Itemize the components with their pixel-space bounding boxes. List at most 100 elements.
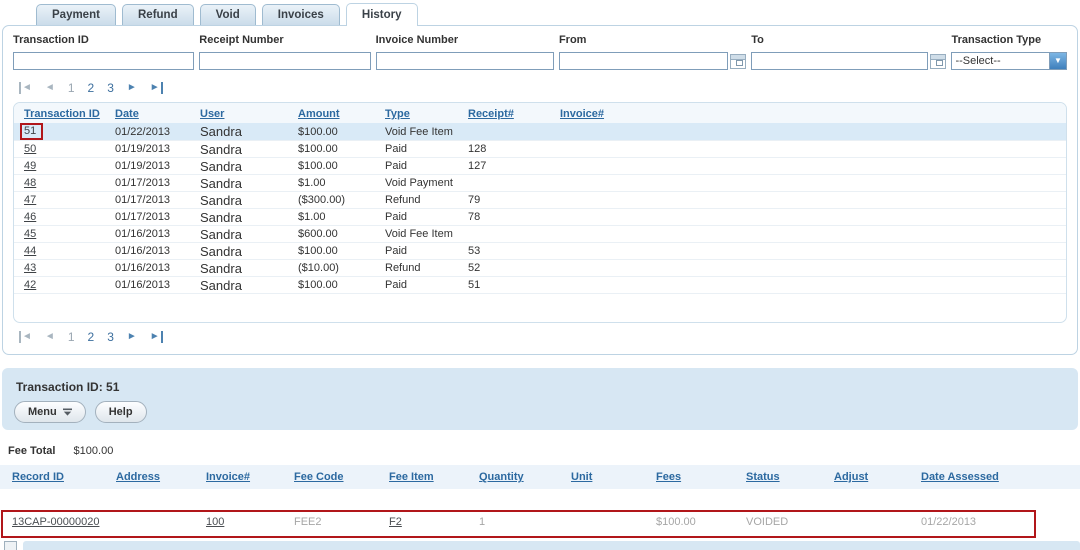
table-row[interactable]: 46 01/17/2013 Sandra $1.00 Paid 78 [14,209,1066,226]
fee-date-assessed-cell: 01/22/2013 [915,509,1080,535]
transaction-id-link[interactable]: 51 [24,125,36,137]
column-header-quantity[interactable]: Quantity [473,465,565,489]
from-label: From [559,34,746,46]
table-row[interactable]: 45 01/16/2013 Sandra $600.00 Void Fee It… [14,226,1066,243]
fee-total: Fee Total $100.00 [8,445,1080,457]
transaction-id-link[interactable]: 44 [24,245,36,257]
page-number-1: 1 [68,330,75,344]
chevron-down-icon: ▼ [1049,53,1066,69]
page-number-2[interactable]: 2 [88,330,95,344]
menu-button[interactable]: Menu [14,401,86,423]
receipt-number-label: Receipt Number [199,34,370,46]
page-number-2[interactable]: 2 [88,81,95,95]
transaction-id-label: Transaction ID [13,34,194,46]
column-header-unit[interactable]: Unit [565,465,650,489]
table-row[interactable]: 47 01/17/2013 Sandra ($300.00) Refund 79 [14,192,1066,209]
receipt-number-input[interactable] [199,52,370,70]
column-header-date-assessed[interactable]: Date Assessed [915,465,1080,489]
filter-invoice-number: Invoice Number [376,34,554,70]
history-tab-panel: Transaction ID Receipt Number Invoice Nu… [2,25,1078,355]
invoice-number-input[interactable] [376,52,554,70]
tab-refund[interactable]: Refund [122,4,194,25]
column-header-fee-code[interactable]: Fee Code [288,465,383,489]
table-row[interactable]: 42 01/16/2013 Sandra $100.00 Paid 51 [14,277,1066,294]
table-row[interactable]: 43 01/16/2013 Sandra ($10.00) Refund 52 [14,260,1066,277]
previous-page-button[interactable]: ◄ [45,331,55,343]
transactions-table-container: Transaction ID Date User Amount Type Rec… [13,102,1067,323]
fee-unit-cell [565,509,650,535]
fees-table-container: Record ID Address Invoice# Fee Code Fee … [0,465,1080,535]
last-page-button[interactable]: ► [150,82,163,94]
first-page-button[interactable]: ◄ [19,331,32,343]
transaction-id-link[interactable]: 42 [24,279,36,291]
transaction-detail-title: Transaction ID: 51 [16,380,1066,394]
column-header-type[interactable]: Type [379,103,462,123]
spacer-row [0,489,1080,509]
column-header-fee-item[interactable]: Fee Item [383,465,473,489]
column-header-amount[interactable]: Amount [292,103,379,123]
tab-bar: Payment Refund Void Invoices History [0,0,1080,25]
table-row[interactable]: 48 01/17/2013 Sandra $1.00 Void Payment [14,175,1066,192]
page-number-3[interactable]: 3 [107,81,114,95]
next-page-button[interactable]: ► [127,82,137,94]
transactions-table: Transaction ID Date User Amount Type Rec… [14,103,1066,294]
fees-table: Record ID Address Invoice# Fee Code Fee … [0,465,1080,535]
transaction-type-select[interactable]: --Select-- ▼ [951,52,1067,70]
table-row[interactable]: 44 01/16/2013 Sandra $100.00 Paid 53 [14,243,1066,260]
first-page-button[interactable]: ◄ [19,82,32,94]
fee-status-cell: VOIDED [740,509,828,535]
column-header-adjust[interactable]: Adjust [828,465,915,489]
column-header-invoice[interactable]: Invoice# [200,465,288,489]
transaction-type-selected-value: --Select-- [952,55,1049,67]
page-number-3[interactable]: 3 [107,330,114,344]
transaction-id-link[interactable]: 48 [24,177,36,189]
fee-item-link[interactable]: F2 [389,516,402,528]
fee-amount-cell: $100.00 [650,509,740,535]
detail-button-row: Menu Help [14,401,1066,423]
tab-invoices[interactable]: Invoices [262,4,340,25]
column-header-status[interactable]: Status [740,465,828,489]
column-header-user[interactable]: User [194,103,292,123]
filter-from-date: From [559,34,746,70]
fee-code-cell: FEE2 [288,509,383,535]
expander-icon[interactable] [4,541,17,550]
calendar-icon[interactable] [730,54,746,69]
record-id-link[interactable]: 13CAP-00000020 [12,516,99,528]
pagination-bottom: ◄ ◄ 1 2 3 ► ► [19,330,1067,344]
column-header-address[interactable]: Address [110,465,200,489]
to-date-input[interactable] [751,52,928,70]
bottom-section-strip [0,541,1080,550]
last-page-button[interactable]: ► [150,331,163,343]
column-header-record-id[interactable]: Record ID [0,465,110,489]
calendar-icon[interactable] [930,54,946,69]
tab-history[interactable]: History [346,3,418,26]
tab-payment[interactable]: Payment [36,4,116,25]
transaction-id-link[interactable]: 45 [24,228,36,240]
help-button[interactable]: Help [95,401,147,423]
from-date-input[interactable] [559,52,728,70]
tab-void[interactable]: Void [200,4,256,25]
table-row[interactable]: 49 01/19/2013 Sandra $100.00 Paid 127 [14,158,1066,175]
transaction-id-link[interactable]: 47 [24,194,36,206]
next-page-button[interactable]: ► [127,331,137,343]
fee-row: 13CAP-00000020 100 FEE2 F2 1 $100.00 VOI… [0,509,1080,535]
table-row[interactable]: 50 01/19/2013 Sandra $100.00 Paid 128 [14,141,1066,158]
invoice-number-link[interactable]: 100 [206,516,224,528]
column-header-date[interactable]: Date [109,103,194,123]
column-header-fees[interactable]: Fees [650,465,740,489]
transaction-detail-panel: Transaction ID: 51 Menu Help [2,368,1078,430]
help-button-label: Help [109,406,133,418]
transaction-id-link[interactable]: 46 [24,211,36,223]
transaction-id-input[interactable] [13,52,194,70]
previous-page-button[interactable]: ◄ [45,82,55,94]
menu-button-label: Menu [28,406,57,418]
transaction-id-link[interactable]: 49 [24,160,36,172]
transaction-id-link[interactable]: 43 [24,262,36,274]
filter-transaction-id: Transaction ID [13,34,194,70]
table-row[interactable]: 51 01/22/2013 Sandra $100.00 Void Fee It… [14,123,1066,141]
column-header-invoice[interactable]: Invoice# [554,103,1066,123]
fee-address-cell [110,509,200,535]
column-header-transaction-id[interactable]: Transaction ID [14,103,109,123]
column-header-receipt[interactable]: Receipt# [462,103,554,123]
transaction-id-link[interactable]: 50 [24,143,36,155]
